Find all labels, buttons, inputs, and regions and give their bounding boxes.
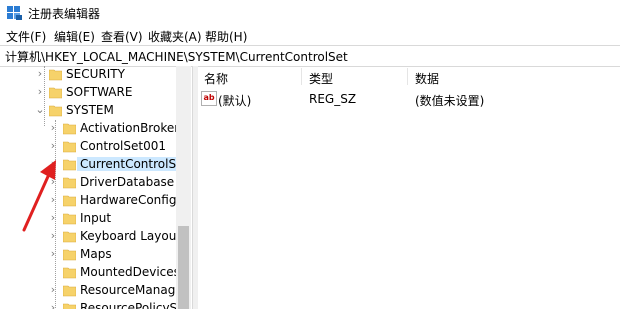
address-path[interactable]: 计算机\HKEY_LOCAL_MACHINE\SYSTEM\CurrentCon… bbox=[5, 48, 348, 65]
column-header-type[interactable]: 类型 bbox=[309, 70, 333, 87]
chevron-right-icon[interactable]: › bbox=[48, 194, 58, 206]
tree-item-maps[interactable]: › Maps bbox=[0, 246, 176, 264]
menu-bar: 文件(F) 编辑(E) 查看(V) 收藏夹(A) 帮助(H) bbox=[0, 27, 620, 45]
folder-open-icon bbox=[49, 105, 62, 117]
tree-item-label: SOFTWARE bbox=[66, 85, 133, 99]
chevron-right-icon[interactable]: › bbox=[35, 68, 45, 80]
tree-item-hardwareconfig[interactable]: › HardwareConfig bbox=[0, 192, 177, 210]
value-row[interactable]: ab (默认) REG_SZ (数值未设置) bbox=[197, 90, 620, 108]
tree-item-label: CurrentControlSet bbox=[77, 157, 192, 171]
scrollbar-thumb[interactable] bbox=[178, 226, 189, 309]
chevron-right-icon[interactable]: › bbox=[48, 140, 58, 152]
registry-editor-icon bbox=[7, 6, 22, 20]
value-data: (数值未设置) bbox=[415, 94, 485, 108]
folder-icon bbox=[63, 141, 76, 153]
chevron-right-icon[interactable]: › bbox=[48, 248, 58, 260]
title-bar: 注册表编辑器 bbox=[0, 0, 620, 26]
tree-item-resourcemanager[interactable]: › ResourceManager bbox=[0, 282, 188, 300]
tree-item-label: Keyboard Layout bbox=[80, 229, 182, 243]
menu-view[interactable]: 查看(V) bbox=[101, 28, 143, 45]
folder-icon bbox=[63, 285, 76, 297]
folder-icon bbox=[63, 249, 76, 261]
menu-file[interactable]: 文件(F) bbox=[6, 28, 46, 45]
string-value-icon: ab bbox=[201, 91, 217, 106]
tree-item-label: ResourceManager bbox=[80, 283, 188, 297]
chevron-right-icon[interactable]: › bbox=[48, 230, 58, 242]
folder-icon bbox=[63, 159, 76, 171]
tree-item-security[interactable]: › SECURITY bbox=[0, 66, 176, 84]
column-separator[interactable] bbox=[301, 68, 302, 85]
tree-item-software[interactable]: › SOFTWARE bbox=[0, 84, 176, 102]
folder-icon bbox=[63, 231, 76, 243]
tree-scrollbar[interactable] bbox=[176, 66, 191, 309]
tree-item-activationbroker[interactable]: › ActivationBroker bbox=[0, 120, 180, 138]
tree-item-label: HardwareConfig bbox=[80, 193, 177, 207]
tree-item-label: SYSTEM bbox=[66, 103, 114, 117]
folder-icon bbox=[63, 303, 76, 309]
column-header-data[interactable]: 数据 bbox=[415, 70, 439, 87]
column-separator[interactable] bbox=[407, 68, 408, 85]
window-title: 注册表编辑器 bbox=[28, 7, 101, 21]
values-list: 名称 类型 数据 ab (默认) REG_SZ (数值未设置) bbox=[197, 66, 620, 309]
chevron-right-icon[interactable]: › bbox=[48, 176, 58, 188]
tree-item-currentcontrolset[interactable]: › CurrentControlSet bbox=[0, 156, 192, 174]
tree-item-resourcepolicystore[interactable]: › ResourcePolicySto bbox=[0, 300, 189, 309]
tree-item-label: DriverDatabase bbox=[80, 175, 175, 189]
chevron-right-icon[interactable]: › bbox=[48, 284, 58, 296]
folder-icon bbox=[49, 69, 62, 81]
tree-item-label: ResourcePolicySto bbox=[80, 301, 190, 309]
folder-icon bbox=[49, 87, 62, 99]
chevron-right-icon[interactable]: › bbox=[35, 86, 45, 98]
tree-item-mounteddevices[interactable]: MountedDevices bbox=[0, 264, 180, 282]
menu-favorites[interactable]: 收藏夹(A) bbox=[148, 28, 202, 45]
address-bar[interactable]: 计算机\HKEY_LOCAL_MACHINE\SYSTEM\CurrentCon… bbox=[0, 45, 620, 67]
tree-item-label: MountedDevices bbox=[80, 265, 180, 279]
chevron-right-icon[interactable]: › bbox=[48, 302, 58, 309]
chevron-right-icon[interactable]: › bbox=[48, 158, 58, 170]
tree-item-label: Input bbox=[80, 211, 112, 225]
tree-item-label: Maps bbox=[80, 247, 112, 261]
folder-icon bbox=[63, 123, 76, 135]
menu-help[interactable]: 帮助(H) bbox=[205, 28, 247, 45]
folder-icon bbox=[63, 213, 76, 225]
tree-item-driverdatabase[interactable]: › DriverDatabase bbox=[0, 174, 176, 192]
menu-edit[interactable]: 编辑(E) bbox=[54, 28, 95, 45]
tree-item-label: ActivationBroker bbox=[80, 121, 180, 135]
tree-item-controlset001[interactable]: › ControlSet001 bbox=[0, 138, 176, 156]
tree-item-label: SECURITY bbox=[66, 67, 125, 81]
folder-icon bbox=[63, 267, 76, 279]
folder-icon bbox=[63, 177, 76, 189]
column-header-name[interactable]: 名称 bbox=[204, 70, 228, 87]
tree-item-keyboard-layout[interactable]: › Keyboard Layout bbox=[0, 228, 181, 246]
value-name: (默认) bbox=[218, 94, 252, 108]
tree-item-input[interactable]: › Input bbox=[0, 210, 176, 228]
chevron-right-icon[interactable]: › bbox=[48, 212, 58, 224]
registry-tree: › SECURITY › SOFTWARE ⌄ SYSTEM › Activat… bbox=[0, 66, 192, 309]
chevron-right-icon[interactable]: › bbox=[48, 122, 58, 134]
tree-item-label: ControlSet001 bbox=[80, 139, 166, 153]
tree-item-system[interactable]: ⌄ SYSTEM bbox=[0, 102, 176, 120]
chevron-down-icon[interactable]: ⌄ bbox=[35, 104, 45, 116]
folder-icon bbox=[63, 195, 76, 207]
value-type: REG_SZ bbox=[309, 92, 357, 106]
